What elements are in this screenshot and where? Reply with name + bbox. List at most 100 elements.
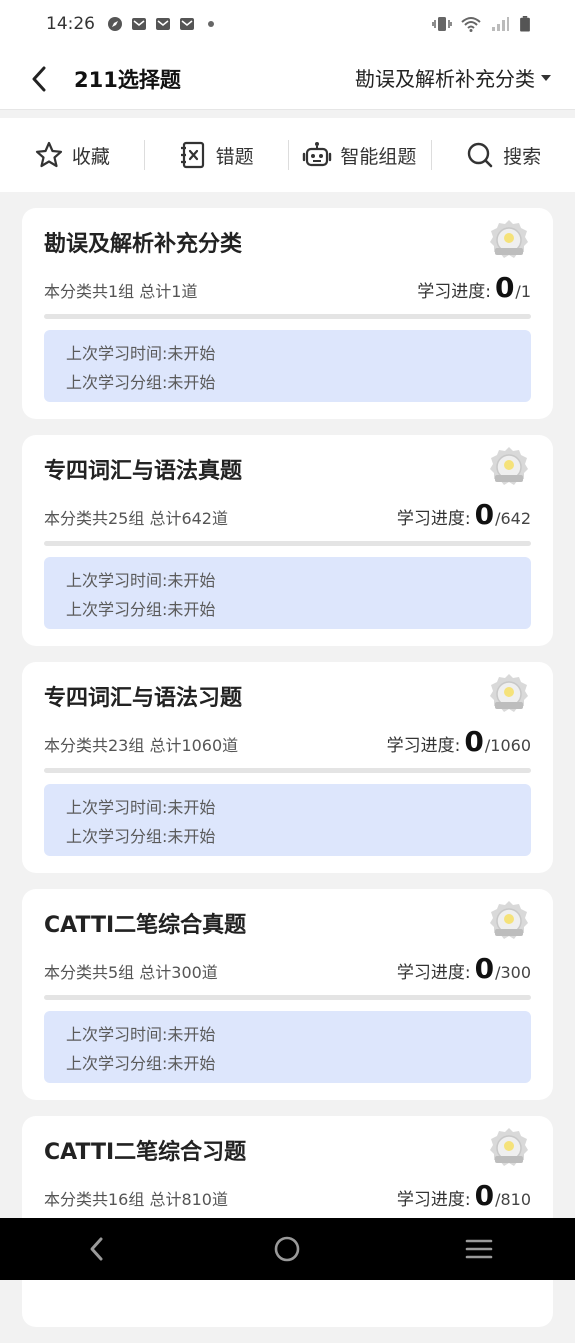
vibrate-icon [432, 17, 452, 31]
medal-badge-icon [490, 447, 528, 485]
progress-total: /810 [495, 1190, 531, 1209]
progress-bar [44, 314, 531, 319]
progress-bar [44, 995, 531, 1000]
last-study-info: 上次学习时间:未开始 上次学习分组:未开始 [44, 1011, 531, 1083]
last-study-group: 上次学习分组:未开始 [66, 827, 216, 846]
progress-label: 学习进度: [396, 1190, 471, 1210]
last-study-time: 上次学习时间:未开始 [66, 571, 216, 590]
category-card[interactable]: 专四词汇与语法习题 本分类共23组 总计1060道 学习进度: 0 /1060 … [22, 662, 553, 873]
card-title: CATTI二笔综合真题 [44, 913, 247, 938]
progress-bar [44, 768, 531, 773]
progress-text: 学习进度: 0 /810 [396, 1179, 531, 1212]
smart-quiz-label: 智能组题 [340, 145, 417, 168]
chevron-left-icon [90, 1237, 103, 1261]
progress-text: 学习进度: 0 /300 [396, 952, 531, 985]
home-circle-icon [275, 1236, 300, 1262]
medal-badge-icon [490, 901, 528, 939]
status-right [432, 16, 531, 32]
category-card[interactable]: 勘误及解析补充分类 本分类共1组 总计1道 学习进度: 0 /1 上次学习时间:… [22, 208, 553, 419]
progress-label: 学习进度: [417, 282, 491, 302]
last-study-info: 上次学习时间:未开始 上次学习分组:未开始 [44, 784, 531, 856]
signal-icon [492, 17, 509, 31]
message-icon [180, 18, 194, 30]
notification-dot-icon [208, 21, 214, 27]
chevron-left-icon [32, 66, 46, 92]
progress-label: 学习进度: [396, 509, 471, 529]
favorites-button[interactable]: 收藏 [0, 140, 144, 170]
wrong-questions-label: 错题 [215, 145, 254, 168]
progress-done: 0 [474, 1179, 495, 1212]
last-study-time: 上次学习时间:未开始 [66, 798, 216, 817]
last-study-group: 上次学习分组:未开始 [66, 600, 216, 619]
search-label: 搜索 [503, 145, 542, 168]
smart-quiz-button[interactable]: 智能组题 [288, 140, 432, 170]
menu-icon [465, 1239, 493, 1259]
toolbar: 收藏 错题 智能组题 搜索 [0, 118, 575, 192]
last-study-info: 上次学习时间:未开始 上次学习分组:未开始 [44, 330, 531, 402]
last-study-time: 上次学习时间:未开始 [66, 1025, 216, 1044]
progress-label: 学习进度: [386, 736, 461, 756]
battery-icon [520, 16, 530, 32]
progress-text: 学习进度: 0 /642 [396, 498, 531, 531]
card-title: 专四词汇与语法真题 [44, 459, 243, 484]
card-meta: 本分类共16组 总计810道 [44, 1190, 228, 1209]
medal-badge-icon [490, 1128, 528, 1166]
card-meta: 本分类共1组 总计1道 [44, 282, 198, 301]
nav-back-button[interactable] [66, 1229, 126, 1269]
system-nav-bar [0, 1218, 575, 1280]
favorites-label: 收藏 [71, 145, 110, 168]
progress-total: /1 [515, 282, 531, 301]
card-row: 本分类共16组 总计810道 学习进度: 0 /810 [44, 1179, 531, 1212]
wifi-icon [461, 17, 481, 32]
nav-home-button[interactable] [257, 1229, 317, 1269]
category-dropdown-label: 勘误及解析补充分类 [355, 67, 535, 91]
card-meta: 本分类共5组 总计300道 [44, 963, 218, 982]
page-title: 211选择题 [74, 68, 181, 92]
message-icon [132, 18, 146, 30]
progress-total: /300 [495, 963, 531, 982]
progress-bar [44, 541, 531, 546]
category-list: 勘误及解析补充分类 本分类共1组 总计1道 学习进度: 0 /1 上次学习时间:… [22, 208, 553, 1343]
card-title: CATTI二笔综合习题 [44, 1140, 247, 1165]
category-card[interactable]: CATTI二笔综合真题 本分类共5组 总计300道 学习进度: 0 /300 上… [22, 889, 553, 1100]
message-icon [156, 18, 170, 30]
card-row: 本分类共23组 总计1060道 学习进度: 0 /1060 [44, 725, 531, 758]
wrong-questions-button[interactable]: 错题 [144, 140, 288, 170]
nav-menu-button[interactable] [449, 1229, 509, 1269]
last-study-group: 上次学习分组:未开始 [66, 373, 216, 392]
progress-text: 学习进度: 0 /1060 [386, 725, 531, 758]
card-meta: 本分类共25组 总计642道 [44, 509, 228, 528]
progress-done: 0 [474, 952, 495, 985]
last-study-time: 上次学习时间:未开始 [66, 344, 216, 363]
card-row: 本分类共25组 总计642道 学习进度: 0 /642 [44, 498, 531, 531]
medal-badge-icon [490, 220, 528, 258]
progress-done: 0 [474, 498, 495, 531]
progress-text: 学习进度: 0 /1 [417, 271, 531, 304]
status-bar: 14:26 [0, 0, 575, 48]
star-icon [35, 141, 62, 168]
compass-icon [108, 17, 122, 31]
wrong-question-icon [180, 141, 204, 169]
card-row: 本分类共1组 总计1道 学习进度: 0 /1 [44, 271, 531, 304]
back-button[interactable] [24, 64, 54, 94]
card-title: 勘误及解析补充分类 [44, 232, 243, 257]
card-title: 专四词汇与语法习题 [44, 686, 243, 711]
last-study-group: 上次学习分组:未开始 [66, 1054, 216, 1073]
last-study-info: 上次学习时间:未开始 上次学习分组:未开始 [44, 557, 531, 629]
card-meta: 本分类共23组 总计1060道 [44, 736, 239, 755]
category-card[interactable]: 专四词汇与语法真题 本分类共25组 总计642道 学习进度: 0 /642 上次… [22, 435, 553, 646]
progress-label: 学习进度: [396, 963, 471, 983]
status-left: 14:26 [46, 14, 219, 34]
caret-down-icon [541, 74, 551, 81]
status-time: 14:26 [46, 14, 95, 34]
search-icon [467, 142, 493, 168]
progress-done: 0 [464, 725, 484, 758]
search-button[interactable]: 搜索 [431, 140, 575, 170]
progress-done: 0 [494, 271, 515, 304]
category-dropdown[interactable]: 勘误及解析补充分类 [355, 63, 551, 92]
card-row: 本分类共5组 总计300道 学习进度: 0 /300 [44, 952, 531, 985]
app-header: 211选择题 勘误及解析补充分类 [0, 48, 575, 110]
medal-badge-icon [490, 674, 528, 712]
robot-icon [303, 142, 332, 167]
progress-total: /1060 [484, 736, 531, 755]
